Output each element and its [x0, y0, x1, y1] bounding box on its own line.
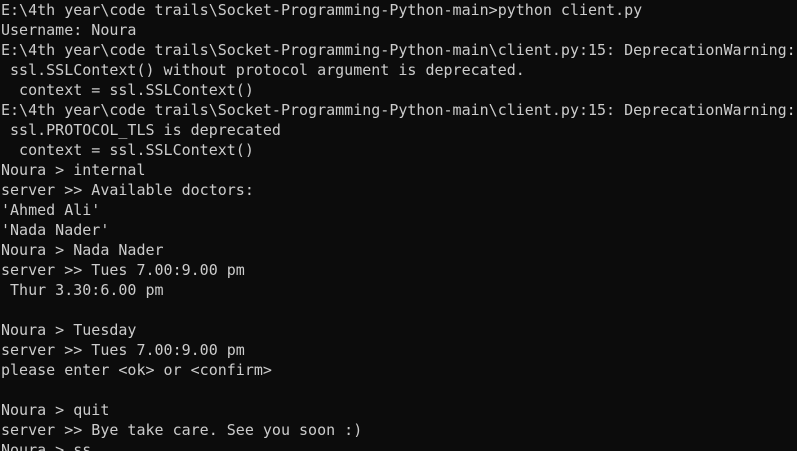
terminal-line: ssl.SSLContext() without protocol argume… [1, 61, 525, 79]
terminal-line: server >> Bye take care. See you soon :) [1, 421, 363, 439]
terminal-input-line[interactable]: Noura > ss [1, 440, 797, 451]
terminal-window[interactable]: E:\4th year\code trails\Socket-Programmi… [0, 0, 797, 451]
terminal-line: E:\4th year\code trails\Socket-Programmi… [1, 41, 796, 59]
terminal-line: ssl.PROTOCOL_TLS is deprecated [1, 121, 281, 139]
terminal-line: please enter <ok> or <confirm> [1, 361, 272, 379]
terminal-line: Noura > internal [1, 161, 146, 179]
terminal-line: server >> Available doctors: [1, 181, 254, 199]
terminal-line: Thur 3.30:6.00 pm [1, 281, 164, 299]
terminal-line: 'Ahmed Ali' [1, 201, 101, 219]
terminal-line: Noura > quit [1, 401, 110, 419]
terminal-line: context = ssl.SSLContext() [1, 81, 254, 99]
terminal-line: server >> Tues 7.00:9.00 pm [1, 261, 245, 279]
terminal-line: 'Nada Nader' [1, 221, 110, 239]
terminal-line: Username: Noura [1, 21, 137, 39]
terminal-line: Noura > Tuesday [1, 321, 137, 339]
terminal-line: Noura > Nada Nader [1, 241, 164, 259]
terminal-line: E:\4th year\code trails\Socket-Programmi… [1, 1, 643, 19]
terminal-line: context = ssl.SSLContext() [1, 141, 254, 159]
terminal-line: server >> Tues 7.00:9.00 pm [1, 341, 245, 359]
terminal-line: E:\4th year\code trails\Socket-Programmi… [1, 101, 796, 119]
